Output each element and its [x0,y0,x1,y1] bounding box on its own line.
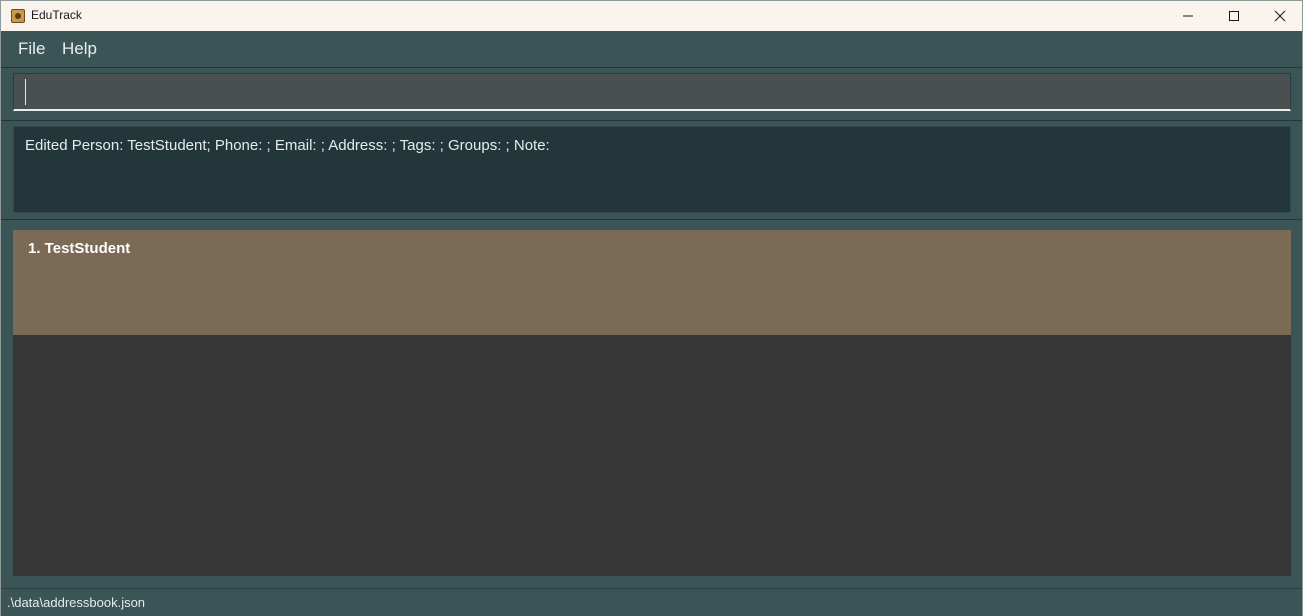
maximize-icon [1228,10,1240,22]
menu-file[interactable]: File [18,39,45,59]
text-caret [25,79,26,105]
command-box-container [1,68,1302,118]
person-list[interactable]: 1. TestStudent [13,230,1291,576]
result-display-container: Edited Person: TestStudent; Phone: ; Ema… [1,120,1302,219]
menu-bar: File Help [1,31,1302,68]
minimize-icon [1182,10,1194,22]
person-name: 1. TestStudent [28,240,131,257]
minimize-button[interactable] [1165,1,1211,31]
person-card[interactable]: 1. TestStudent [13,230,1291,335]
title-bar[interactable]: EduTrack [1,1,1302,31]
status-bar: .\data\addressbook.json [1,588,1302,616]
window-title: EduTrack [31,8,82,22]
menu-help[interactable]: Help [62,39,97,59]
close-icon [1274,10,1286,22]
result-display[interactable]: Edited Person: TestStudent; Phone: ; Ema… [13,126,1291,213]
command-input[interactable] [13,73,1291,111]
app-window: EduTrack File Help Edited Person: TestSt… [0,0,1303,616]
maximize-button[interactable] [1211,1,1257,31]
result-message: Edited Person: TestStudent; Phone: ; Ema… [25,137,550,154]
app-logo-icon [11,9,25,23]
close-button[interactable] [1257,1,1303,31]
save-location: .\data\addressbook.json [7,595,146,610]
person-list-container: 1. TestStudent [1,219,1302,588]
